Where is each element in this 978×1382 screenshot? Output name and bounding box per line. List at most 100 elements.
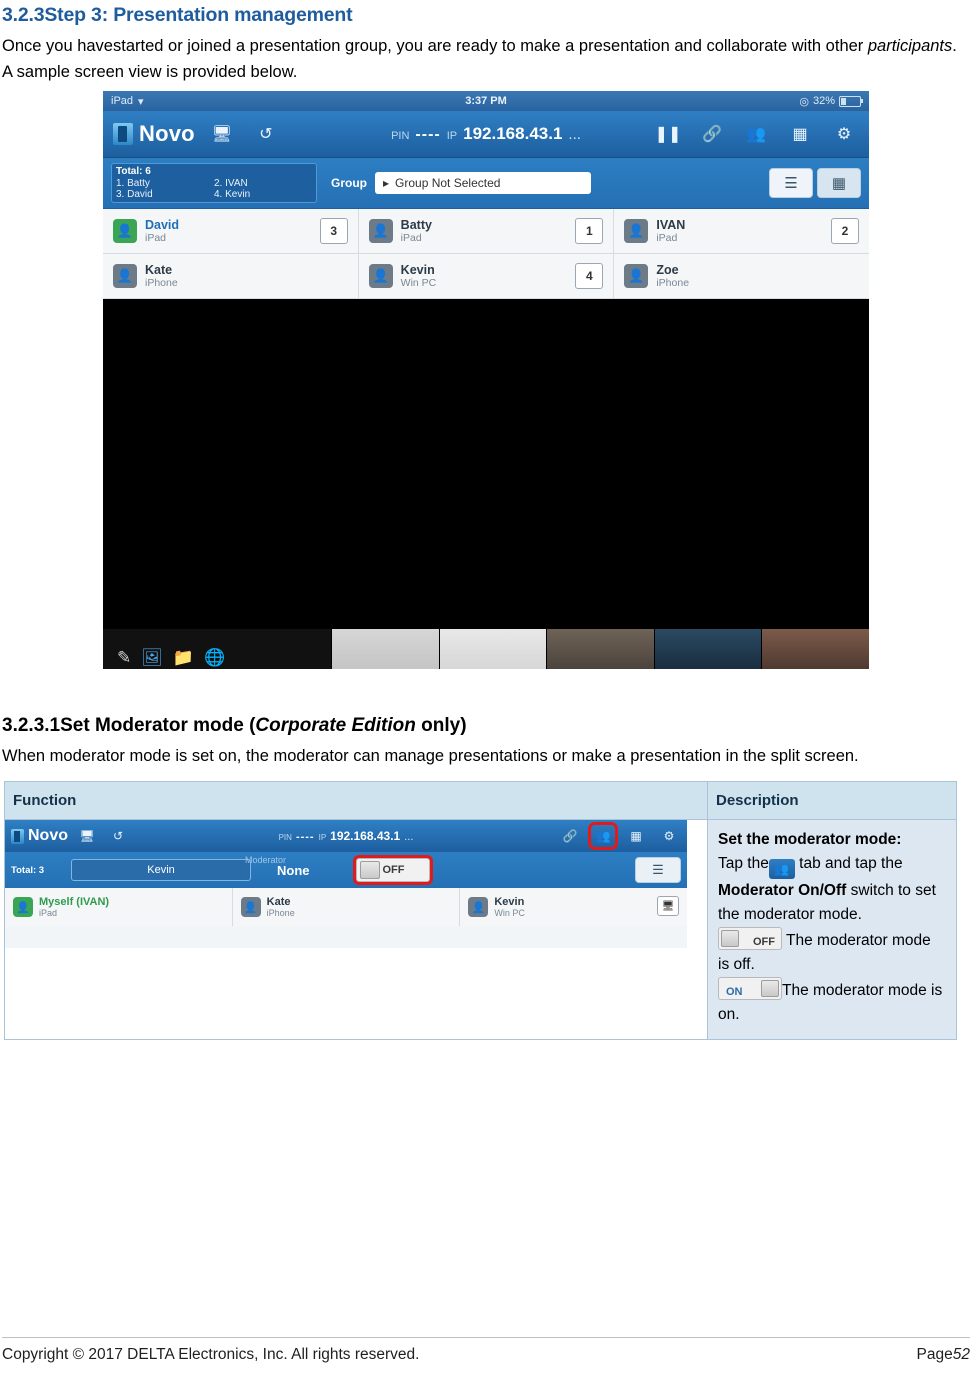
grid-icon[interactable]: ▦ [624, 825, 648, 847]
participant-info: Zoe iPhone [656, 263, 689, 289]
participant-name: IVAN [656, 218, 686, 232]
avatar: 👤 [13, 897, 33, 917]
screen-mirror-icon[interactable]: 🖥 [205, 119, 239, 149]
participant-cell[interactable]: 👤 Zoe iPhone [614, 254, 869, 298]
column-header-description: Description [707, 781, 957, 820]
view-toggle-buttons: ☰ ▦ [769, 168, 861, 198]
participant-cell[interactable]: 👤 Kevin Win PC 4 [359, 254, 615, 298]
participant-name-3: 3. David [116, 189, 153, 200]
section-title: Step 3: Presentation management [44, 4, 353, 26]
table-row: Novo 🖥 ↺ PIN ---- IP 192.168.43.1 ... 🔗 … [4, 819, 957, 1040]
participant-cell[interactable]: 👤 IVAN iPad 2 [614, 209, 869, 253]
image-icon[interactable]: 🖼 [141, 648, 163, 668]
participant-info: Kevin Win PC [401, 263, 437, 289]
list-view-icon[interactable]: ☰ [635, 857, 681, 883]
position-badge[interactable]: 1 [575, 218, 604, 244]
participant-cell[interactable]: 👤 Batty iPad 1 [359, 209, 615, 253]
subsection-heading: 3.2.3.1Set Moderator mode (Corporate Edi… [2, 715, 970, 737]
participant-name: Kevin [400, 263, 435, 277]
moderator-onoff-switch[interactable]: OFF [352, 855, 433, 885]
more-dots[interactable]: ... [404, 831, 413, 843]
participant-device: Win PC [400, 277, 437, 289]
participant-cell[interactable]: 👤 Myself (IVAN) iPad [5, 888, 233, 926]
function-description-table: Function Description Novo 🖥 ↺ PIN ---- I… [4, 781, 957, 1040]
selected-user-chip[interactable]: Kevin [71, 859, 251, 881]
settings-icon[interactable]: ⚙ [657, 825, 681, 847]
participant-name: David [145, 218, 180, 232]
participant-info: Kate iPhone [145, 263, 178, 289]
ios-status-bar: iPad ▾ 3:37 PM ◎ 32% [103, 91, 869, 111]
browser-icon[interactable]: 🌐 [204, 648, 225, 668]
moderator-icon[interactable]: 👥 [588, 822, 618, 850]
thumbnail-4[interactable] [653, 629, 762, 669]
column-header-function: Function [4, 781, 708, 820]
avatar: 👤 [468, 897, 489, 917]
status-right: ◎ 32% [799, 91, 863, 111]
folder-icon[interactable]: 📁 [173, 648, 194, 668]
subsection-number: 3.2.3.1 [2, 715, 61, 736]
screen-mirror-icon[interactable]: 🖥 [75, 825, 99, 847]
total-label: Total: 3 [11, 864, 45, 876]
app-toolbar: Novo 🖥 ↺ PIN ---- IP 192.168.43.1 ... 🔗 … [5, 820, 687, 852]
grid-icon[interactable]: ▦ [783, 119, 817, 149]
chevron-right-icon: ▸ [383, 176, 390, 190]
selected-user-name: Kevin [147, 864, 175, 876]
pen-icon[interactable]: ✎ [117, 648, 131, 668]
link-icon[interactable]: 🔗 [695, 119, 729, 149]
participant-name-row-2: 3. David 4. Kevin [116, 189, 312, 200]
position-badge[interactable]: 4 [575, 263, 604, 289]
participant-info: IVAN iPad [656, 218, 685, 244]
pin-label: PIN [391, 130, 410, 142]
page-content: 3.2.3Step 3: Presentation management Onc… [0, 4, 978, 1040]
pin-label: PIN [278, 833, 292, 842]
subsection-paragraph: When moderator mode is set on, the moder… [2, 747, 859, 765]
novo-mark-icon [11, 828, 24, 844]
ipad-app-screenshot: iPad ▾ 3:37 PM ◎ 32% Novo 🖥 ↺ PIN ---- I… [103, 91, 869, 669]
avatar: 👤 [368, 219, 393, 243]
description-cell: Set the moderator mode: Tap the 👥 tab and… [707, 819, 957, 1040]
screen-icon[interactable]: 🖥 [657, 896, 680, 916]
pause-icon[interactable]: ❚❚ [651, 119, 685, 149]
alarm-icon: ◎ [799, 95, 809, 108]
group-select[interactable]: ▸ Group Not Selected [375, 172, 591, 194]
participant-table: 👤 Myself (IVAN) iPad 👤 Kate iPhone 👤 Kev… [5, 888, 687, 926]
group-label: Group [331, 176, 367, 190]
position-badge[interactable]: 2 [831, 218, 860, 244]
position-badge[interactable]: 3 [319, 218, 348, 244]
thumbnail-5[interactable] [761, 629, 869, 669]
participant-device: iPhone [266, 907, 295, 918]
grid-view-icon[interactable]: ▦ [817, 168, 861, 198]
settings-icon[interactable]: ⚙ [827, 119, 861, 149]
participant-info: Kate iPhone [267, 896, 295, 919]
participant-cell[interactable]: 👤 Kevin Win PC 🖥 [460, 888, 687, 926]
refresh-icon[interactable]: ↺ [249, 119, 283, 149]
refresh-icon[interactable]: ↺ [106, 825, 130, 847]
thumbnail-2[interactable] [438, 629, 547, 669]
participant-cell[interactable]: 👤 Kate iPhone [103, 254, 359, 298]
link-icon[interactable]: 🔗 [558, 825, 582, 847]
subsection-title-italic: Corporate Edition [255, 715, 416, 736]
footer-divider [2, 1337, 970, 1338]
more-dots[interactable]: ... [568, 126, 581, 143]
switch-off-icon: OFF [718, 927, 782, 950]
table-row: 👤 Kate iPhone 👤 Kevin Win PC 4 👤 Zoe iPh… [103, 254, 869, 299]
thumbnail-3[interactable] [546, 629, 654, 669]
group-select-value: Group Not Selected [395, 176, 501, 190]
description-line-1a: Tap the [718, 855, 769, 872]
list-view-icon[interactable]: ☰ [769, 168, 813, 198]
switch-knob [359, 861, 380, 879]
ip-value: 192.168.43.1 [330, 829, 401, 843]
footer-row: Copyright © 2017 DELTA Electronics, Inc.… [2, 1346, 970, 1364]
toolbar-right-icons: 🔗 👥 ▦ ⚙ [551, 820, 681, 852]
page-label: Page [916, 1346, 953, 1363]
participant-cell[interactable]: 👤 David iPad 3 [103, 209, 359, 253]
moderator-icon[interactable]: 👥 [739, 119, 773, 149]
thumbnail-1[interactable] [331, 629, 439, 669]
participant-cell[interactable]: 👤 Kate iPhone [233, 888, 461, 926]
switch-on-label: ON [726, 986, 743, 998]
group-bar: Total: 6 1. Batty 2. IVAN 3. David 4. Ke… [103, 158, 869, 209]
pin-ip-display: PIN ---- IP 192.168.43.1 ... [279, 829, 414, 843]
participant-name-row-1: 1. Batty 2. IVAN [116, 178, 312, 189]
avatar: 👤 [240, 897, 261, 917]
